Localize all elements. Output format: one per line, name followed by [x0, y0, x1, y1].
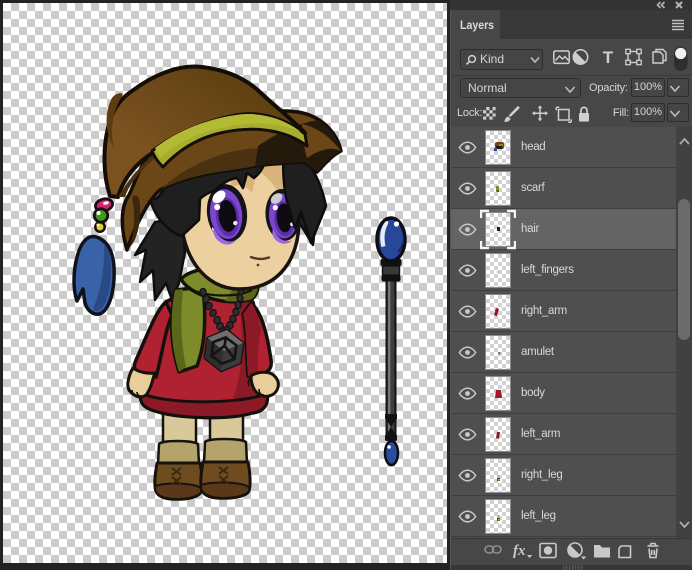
svg-text:fx: fx — [513, 543, 526, 559]
svg-text:T: T — [603, 48, 614, 67]
